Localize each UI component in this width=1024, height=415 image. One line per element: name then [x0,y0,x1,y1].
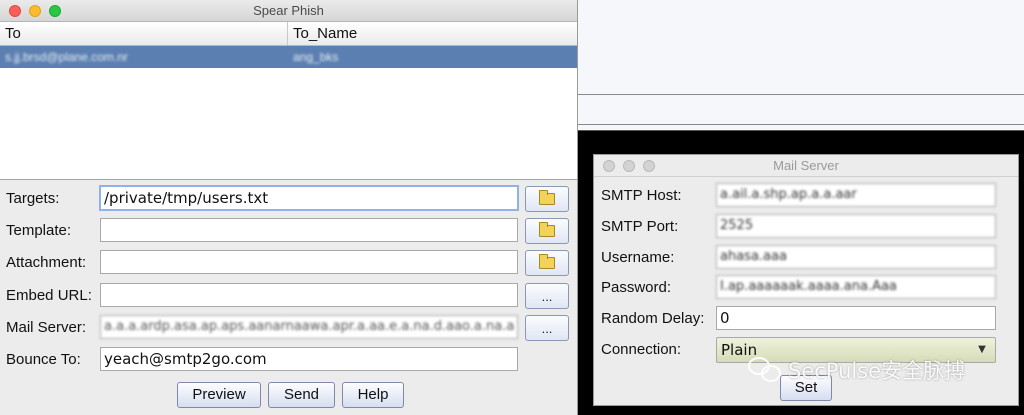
folder-icon [539,222,555,237]
table-header: To To_Name [0,22,577,46]
close-icon[interactable] [603,160,615,172]
chevron-down-icon[interactable]: ▼ [973,340,991,360]
targets-browse-button[interactable] [525,186,569,212]
targets-row: Targets: /private/tmp/users.txt [0,185,577,212]
random-delay-label: Random Delay: [601,310,705,327]
password-row: Password: I.ap.aaaaaak.aaaa.ana.Aaa [594,275,1018,301]
zoom-icon[interactable] [49,5,61,17]
random-delay-row: Random Delay: 0 [594,306,1018,332]
connection-label: Connection: [601,341,682,358]
column-header-to-name[interactable]: To_Name [288,22,577,45]
template-label: Template: [6,222,72,239]
random-delay-input[interactable]: 0 [716,306,996,330]
username-input[interactable]: ahasa.aaa [716,245,996,269]
username-row: Username: ahasa.aaa [594,245,1018,271]
divider [578,94,1024,95]
embed-url-ellipsis-button[interactable]: ... [525,283,569,309]
zoom-icon[interactable] [643,160,655,172]
attachment-label: Attachment: [6,254,87,271]
targets-input[interactable]: /private/tmp/users.txt [99,185,519,211]
password-input[interactable]: I.ap.aaaaaak.aaaa.ana.Aaa [716,275,996,299]
smtp-port-row: SMTP Port: 2525 [594,214,1018,240]
embed-url-input[interactable] [100,283,518,307]
template-input[interactable] [100,218,518,242]
window-titlebar[interactable]: Spear Phish [0,0,577,22]
window-title: Mail Server [773,158,839,173]
minimize-icon[interactable] [29,5,41,17]
wechat-icon [748,355,782,385]
background-pane [578,0,1024,131]
smtp-host-input[interactable]: a.ail.a.shp.ap.a.a.aar [716,183,996,207]
send-button[interactable]: Send [268,382,335,408]
close-icon[interactable] [9,5,21,17]
targets-label: Targets: [6,190,60,207]
password-label: Password: [601,279,672,296]
bounce-to-input[interactable]: yeach@smtp2go.com [100,347,518,371]
table-row[interactable]: s.jj.brsd@plane.com.nr ang_bks [0,46,577,68]
window-title: Spear Phish [253,3,324,18]
template-row: Template: [0,218,577,244]
watermark: SecPulse安全脉搏 [748,355,965,385]
watermark-text: SecPulse安全脉搏 [788,359,966,383]
smtp-host-label: SMTP Host: [601,187,682,204]
cell-to-name: ang_bks [293,50,339,64]
mail-server-input[interactable]: a.a.a.ardp.asa.ap.aps.aanarnaawa.apr.a.a… [100,315,518,339]
attachment-row: Attachment: [0,250,577,276]
mail-server-row: Mail Server: a.a.a.ardp.asa.ap.aps.aanar… [0,315,577,341]
folder-icon [539,254,555,269]
attachment-input[interactable] [100,250,518,274]
cell-to: s.jj.brsd@plane.com.nr [5,50,128,64]
smtp-port-label: SMTP Port: [601,218,679,235]
action-buttons: Preview Send Help [177,382,404,408]
help-button[interactable]: Help [342,382,404,408]
window-controls [9,5,61,17]
preview-button[interactable]: Preview [177,382,261,408]
embed-url-row: Embed URL: ... [0,283,577,309]
mail-server-label: Mail Server: [6,319,87,336]
minimize-icon[interactable] [623,160,635,172]
mail-server-ellipsis-button[interactable]: ... [525,315,569,341]
smtp-port-input[interactable]: 2525 [716,214,996,238]
username-label: Username: [601,249,675,266]
window-controls [603,160,655,172]
folder-icon [539,190,555,205]
column-header-to[interactable]: To [0,22,288,45]
attachment-browse-button[interactable] [525,250,569,276]
embed-url-label: Embed URL: [6,287,92,304]
spear-phish-window: Spear Phish To To_Name s.jj.brsd@plane.c… [0,0,578,415]
window-titlebar[interactable]: Mail Server [594,155,1018,177]
template-browse-button[interactable] [525,218,569,244]
smtp-host-row: SMTP Host: a.ail.a.shp.ap.a.a.aar [594,183,1018,209]
bounce-to-row: Bounce To: yeach@smtp2go.com [0,347,577,373]
divider [578,124,1024,125]
targets-table[interactable]: To To_Name s.jj.brsd@plane.com.nr ang_bk… [0,22,577,180]
bounce-to-label: Bounce To: [6,351,81,368]
